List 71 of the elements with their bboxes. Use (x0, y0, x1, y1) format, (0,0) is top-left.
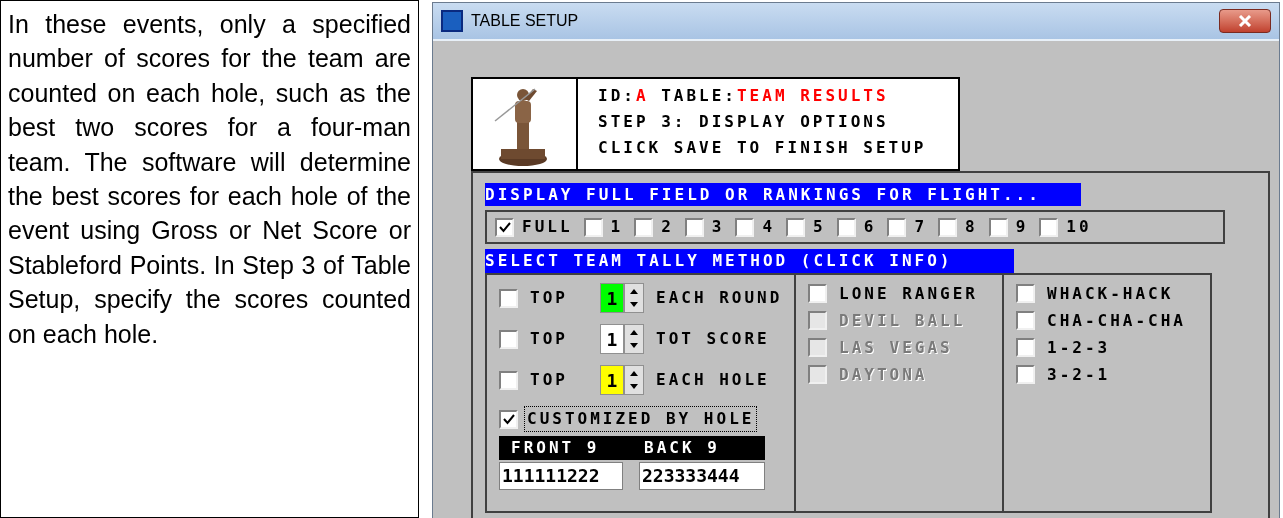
window-icon (441, 10, 463, 32)
id-value: A (635, 86, 649, 105)
spinner-arrows[interactable] (624, 324, 644, 354)
top-mode-label: TOT SCORE (656, 328, 770, 350)
checkbox[interactable] (1016, 284, 1035, 303)
back-nine-label: BACK 9 (644, 437, 720, 459)
count-field[interactable]: 1 (600, 324, 624, 354)
checkbox-label: 5 (813, 216, 826, 238)
checkbox[interactable] (1016, 311, 1035, 330)
top-mode-label: EACH ROUND (656, 287, 783, 309)
section-heading: SELECT TEAM TALLY METHOD (CLICK INFO) (485, 249, 1014, 273)
id-label: ID: (598, 86, 636, 105)
method-label: WHACK-HACK (1047, 282, 1174, 305)
checkbox[interactable] (495, 217, 514, 237)
checkbox-label: 7 (914, 216, 927, 238)
checkbox[interactable] (808, 284, 827, 303)
method-label: DAYTONA (839, 363, 928, 386)
checkbox[interactable] (786, 217, 806, 237)
method-label: 3-2-1 (1047, 363, 1111, 386)
top-label: TOP (530, 287, 569, 309)
checkbox-label: 2 (661, 216, 674, 238)
checkbox[interactable] (499, 288, 518, 308)
description-paragraph: In these events, only a specified number of scores for the team are counted on each hole, such as the best two scores for a four-man team. The software will determine the best scores for each hole of the event using Gross or Net Score or Stableford Points. In Step 3 of Table Setup, specify the scores counted on each hole. (8, 9, 411, 350)
checkbox-label: 8 (965, 216, 978, 238)
checkbox[interactable] (1016, 365, 1035, 384)
top-label: TOP (530, 369, 569, 391)
window-title: TABLE SETUP (471, 11, 580, 31)
checkbox[interactable] (938, 217, 957, 237)
method-label: 1-2-3 (1047, 336, 1111, 359)
checkbox[interactable] (836, 217, 856, 237)
method-label: LONE RANGER (839, 282, 978, 305)
top-mode-label: EACH HOLE (656, 369, 770, 391)
top-label: TOP (530, 328, 569, 350)
close-icon (1238, 15, 1252, 27)
check-icon (498, 221, 511, 233)
checkbox-label: 4 (762, 216, 776, 238)
section-heading: DISPLAY FULL FIELD OR RANKINGS FOR FLIGHT... (485, 183, 1081, 206)
front-nine-label: FRONT 9 (511, 437, 601, 459)
checkbox[interactable] (735, 217, 755, 237)
checkbox-label: CUSTOMIZED BY HOLE (524, 406, 758, 432)
checkbox[interactable] (684, 217, 704, 237)
back-nine-field[interactable]: 223333444 (639, 462, 765, 490)
spinner-arrows[interactable] (624, 365, 644, 395)
method-label: CHA-CHA-CHA (1047, 309, 1186, 332)
checkbox-label: 1 (610, 216, 624, 238)
checkbox[interactable] (634, 217, 654, 237)
checkbox-label: 10 (1066, 216, 1092, 238)
check-icon (502, 413, 515, 425)
count-field[interactable]: 1 (600, 365, 624, 395)
checkbox[interactable] (1016, 338, 1035, 357)
method-label: LAS VEGAS (839, 336, 953, 359)
table-name: TEAM RESULTS (737, 86, 889, 105)
instruction-line: STEP 3: DISPLAY OPTIONS (598, 111, 890, 133)
checkbox[interactable] (988, 217, 1008, 237)
checkbox[interactable] (887, 217, 907, 237)
checkbox-label: 3 (711, 216, 725, 238)
checkbox[interactable] (583, 217, 603, 237)
checkbox[interactable] (499, 370, 518, 390)
checkbox[interactable] (1039, 217, 1059, 237)
instruction-line: CLICK SAVE TO FINISH SETUP (598, 137, 928, 159)
table-label: TABLE: (660, 86, 737, 105)
checkbox[interactable] (499, 409, 518, 429)
checkbox-label: FULL (522, 216, 573, 238)
checkbox-label: 6 (863, 216, 877, 238)
count-field[interactable]: 1 (600, 283, 624, 313)
spinner-arrows[interactable] (624, 283, 644, 313)
checkbox-label: 9 (1015, 216, 1029, 238)
method-label: DEVIL BALL (839, 309, 966, 332)
close-button[interactable] (1219, 9, 1271, 33)
checkbox[interactable] (499, 329, 518, 349)
front-nine-field[interactable]: 111111222 (499, 462, 623, 490)
